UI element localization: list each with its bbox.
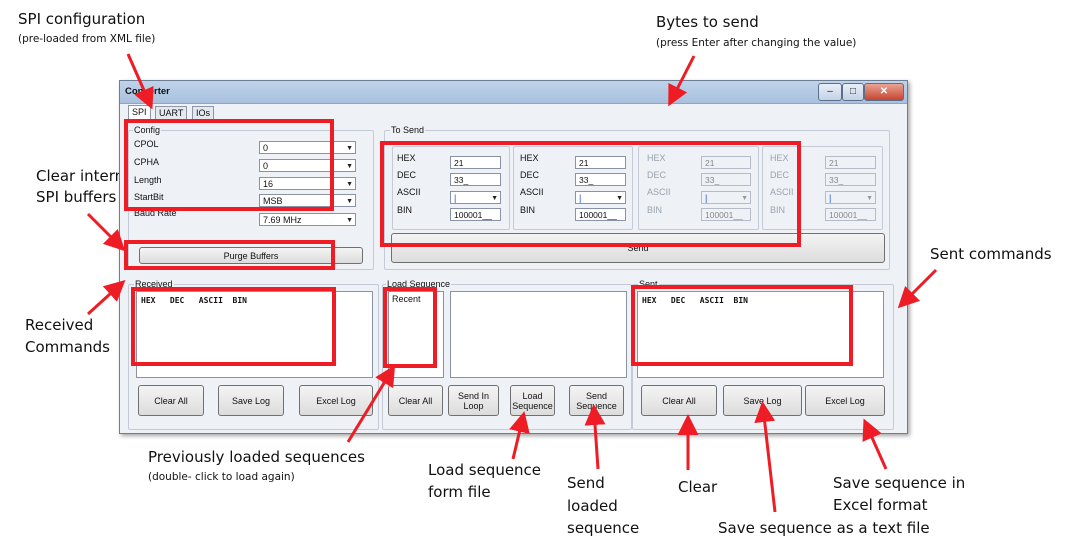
arrow-purge-buffers — [86, 212, 126, 252]
arrow-bytes-to-send — [668, 55, 696, 107]
annotation-arrows — [86, 53, 938, 513]
arrow-spi-config — [126, 53, 154, 110]
arrow-received — [86, 279, 126, 316]
arrow-sent-commands — [897, 268, 938, 309]
arrow-send-sequence — [584, 404, 606, 470]
arrow-load-sequence — [509, 411, 530, 460]
arrow-save-log — [754, 401, 777, 513]
arrow-excel-log — [862, 418, 888, 470]
arrow-recent — [346, 364, 396, 443]
